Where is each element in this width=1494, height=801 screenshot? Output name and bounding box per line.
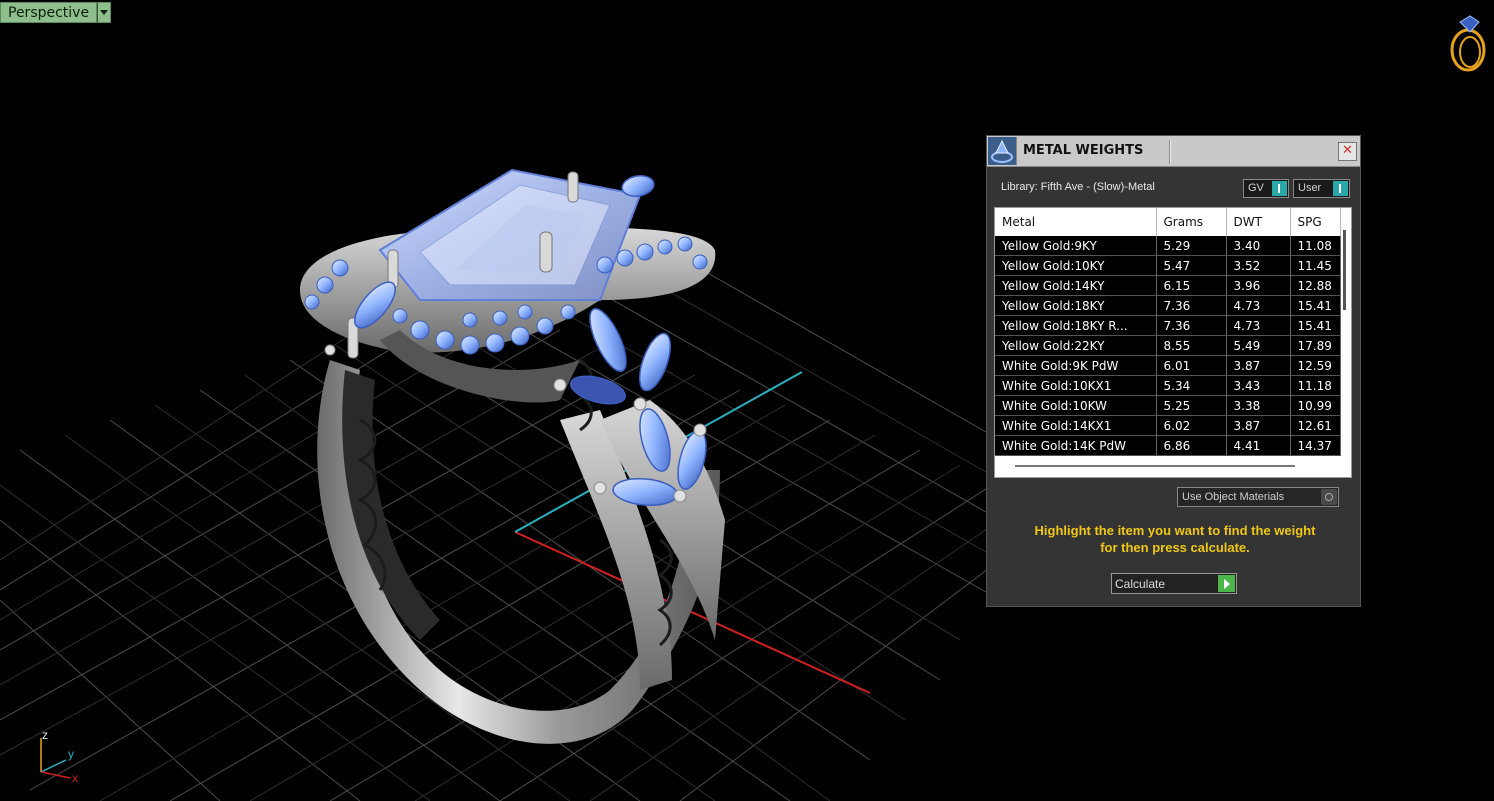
axis-x-label: x <box>72 771 78 785</box>
cell-metal: White Gold:9K PdW <box>995 355 1157 376</box>
horizontal-scrollbar[interactable] <box>1015 465 1295 467</box>
table-row[interactable]: Yellow Gold:18KY R... 7.36 4.73 15.41 <box>995 315 1341 336</box>
cell-grams: 5.47 <box>1156 255 1227 276</box>
cell-grams: 6.01 <box>1156 355 1227 376</box>
cell-grams: 5.34 <box>1156 375 1227 396</box>
cell-spg: 14.37 <box>1290 435 1341 456</box>
metal-table[interactable]: Metal Grams DWT SPG Yellow Gold:9KY 5.29 3… <box>994 207 1352 478</box>
cell-grams: 6.86 <box>1156 435 1227 456</box>
table-row[interactable]: Yellow Gold:10KY 5.47 3.52 11.45 <box>995 255 1341 276</box>
table-row[interactable]: White Gold:9K PdW 6.01 3.87 12.59 <box>995 355 1341 376</box>
cell-metal: Yellow Gold:22KY <box>995 335 1157 356</box>
cell-grams: 6.15 <box>1156 275 1227 296</box>
cell-spg: 12.59 <box>1290 355 1341 376</box>
axis-z-label: z <box>42 728 48 742</box>
toggle-user[interactable]: User <box>1293 179 1350 198</box>
table-row[interactable]: White Gold:14K PdW 6.86 4.41 14.37 <box>995 435 1341 456</box>
chevron-down-icon[interactable] <box>97 2 112 23</box>
cell-grams: 5.29 <box>1156 236 1227 256</box>
table-row[interactable]: Yellow Gold:14KY 6.15 3.96 12.88 <box>995 275 1341 296</box>
header-divider <box>1169 140 1170 164</box>
cell-spg: 15.41 <box>1290 295 1341 316</box>
play-icon[interactable] <box>1218 575 1235 592</box>
instruction-text: Highlight the item you want to find the … <box>1001 522 1349 556</box>
metal-weights-panel: METAL WEIGHTS ✕ Library: Fifth Ave - (Sl… <box>986 135 1361 607</box>
column-header-spg[interactable]: SPG <box>1290 208 1341 236</box>
cell-dwt: 3.43 <box>1226 375 1291 396</box>
table-row[interactable]: White Gold:14KX1 6.02 3.87 12.61 <box>995 415 1341 436</box>
material-select-value: Use Object Materials <box>1182 491 1285 503</box>
cell-grams: 8.55 <box>1156 335 1227 356</box>
toggle-gv-switch-icon[interactable] <box>1272 181 1287 196</box>
cell-spg: 10.99 <box>1290 395 1341 416</box>
cell-metal: Yellow Gold:18KY <box>995 295 1157 316</box>
cell-dwt: 3.87 <box>1226 355 1291 376</box>
cell-spg: 12.88 <box>1290 275 1341 296</box>
cell-dwt: 4.73 <box>1226 315 1291 336</box>
table-row[interactable]: Yellow Gold:9KY 5.29 3.40 11.08 <box>995 236 1341 256</box>
metal-weights-logo-icon <box>988 137 1017 165</box>
cell-spg: 11.45 <box>1290 255 1341 276</box>
cell-spg: 17.89 <box>1290 335 1341 356</box>
toggle-user-switch-icon[interactable] <box>1333 181 1348 196</box>
close-icon[interactable]: ✕ <box>1338 142 1357 161</box>
cell-metal: White Gold:14KX1 <box>995 415 1157 436</box>
cell-metal: White Gold:14K PdW <box>995 435 1157 456</box>
toggle-gv[interactable]: GV <box>1243 179 1289 198</box>
cell-spg: 11.18 <box>1290 375 1341 396</box>
viewport-name[interactable]: Perspective <box>0 2 98 23</box>
cell-grams: 7.36 <box>1156 315 1227 336</box>
panel-title: METAL WEIGHTS <box>1023 143 1144 158</box>
panel-header[interactable]: METAL WEIGHTS ✕ <box>987 136 1360 167</box>
cell-spg: 11.08 <box>1290 236 1341 256</box>
material-select[interactable]: Use Object Materials <box>1177 487 1339 507</box>
cell-spg: 12.61 <box>1290 415 1341 436</box>
cell-dwt: 3.96 <box>1226 275 1291 296</box>
ring-logo-icon <box>1450 15 1486 72</box>
calculate-button[interactable]: Calculate <box>1111 573 1237 594</box>
toggle-gv-label: GV <box>1248 182 1264 194</box>
axes-triad: z y x <box>36 728 96 788</box>
cell-grams: 7.36 <box>1156 295 1227 316</box>
cell-metal: Yellow Gold:9KY <box>995 236 1157 256</box>
viewport-label[interactable]: Perspective <box>0 2 112 23</box>
table-row[interactable]: Yellow Gold:18KY 7.36 4.73 15.41 <box>995 295 1341 316</box>
cell-metal: White Gold:10KW <box>995 395 1157 416</box>
cell-dwt: 3.52 <box>1226 255 1291 276</box>
cell-metal: White Gold:10KX1 <box>995 375 1157 396</box>
cell-metal: Yellow Gold:10KY <box>995 255 1157 276</box>
cell-dwt: 5.49 <box>1226 335 1291 356</box>
table-header-row: Metal Grams DWT SPG <box>995 208 1341 236</box>
cell-dwt: 3.40 <box>1226 236 1291 256</box>
cell-spg: 15.41 <box>1290 315 1341 336</box>
instruction-line-1: Highlight the item you want to find the … <box>1034 523 1316 538</box>
vertical-scrollbar[interactable] <box>1343 230 1346 310</box>
library-label: Library: Fifth Ave - (Slow)-Metal <box>1001 181 1155 193</box>
cell-grams: 6.02 <box>1156 415 1227 436</box>
table-row[interactable]: White Gold:10KW 5.25 3.38 10.99 <box>995 395 1341 416</box>
instruction-line-2: for then press calculate. <box>1100 540 1250 555</box>
toggle-user-label: User <box>1298 182 1322 194</box>
cell-grams: 5.25 <box>1156 395 1227 416</box>
calculate-label: Calculate <box>1115 577 1166 591</box>
cell-dwt: 3.38 <box>1226 395 1291 416</box>
column-header-metal[interactable]: Metal <box>995 208 1157 236</box>
cell-dwt: 3.87 <box>1226 415 1291 436</box>
dropdown-arrow-icon[interactable] <box>1321 489 1337 505</box>
column-header-dwt[interactable]: DWT <box>1226 208 1291 236</box>
cell-metal: Yellow Gold:18KY R... <box>995 315 1157 336</box>
table-row[interactable]: White Gold:10KX1 5.34 3.43 11.18 <box>995 375 1341 396</box>
column-header-grams[interactable]: Grams <box>1156 208 1227 236</box>
table-row[interactable]: Yellow Gold:22KY 8.55 5.49 17.89 <box>995 335 1341 356</box>
cell-dwt: 4.73 <box>1226 295 1291 316</box>
axis-y-label: y <box>68 747 74 761</box>
cell-metal: Yellow Gold:14KY <box>995 275 1157 296</box>
cell-dwt: 4.41 <box>1226 435 1291 456</box>
